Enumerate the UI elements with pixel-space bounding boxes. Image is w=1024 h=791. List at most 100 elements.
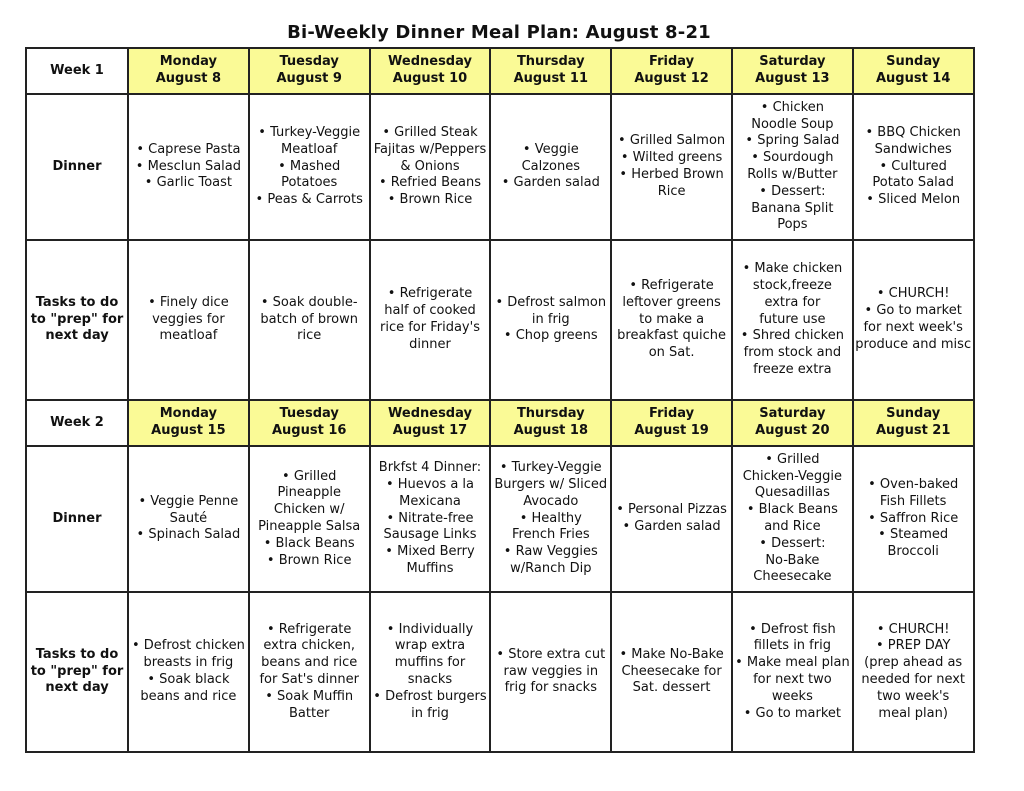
task-item-line: in frig xyxy=(531,311,570,327)
day-date: August 10 xyxy=(392,71,468,86)
task-item-line: • Chop greens xyxy=(503,328,598,344)
dinner-row: Dinner • Veggie Penne Sauté • Spinach Salad… xyxy=(25,445,975,593)
dinner-item-line: Sausage Links xyxy=(383,527,477,543)
day-header: Thursday August 18 xyxy=(489,399,613,447)
task-item-line: • Defrost burgers xyxy=(373,688,487,704)
task-item-line: from stock and xyxy=(743,345,842,361)
task-item-line: snacks xyxy=(407,672,453,687)
day-date: August 8 xyxy=(155,71,222,86)
task-item-line: Sat. dessert xyxy=(632,680,711,696)
dinner-item-line: Pineapple Salsa xyxy=(258,519,361,534)
dinner-item-line: • Mesclun Salad xyxy=(135,158,241,174)
dinner-item-line: Sauté xyxy=(169,510,208,526)
task-item-line: meatloaf xyxy=(159,328,218,344)
task-item-line: • Go to market xyxy=(743,705,842,721)
dinner-item-line: • Garlic Toast xyxy=(144,175,232,191)
dinner-item-line: • Peas & Carrots xyxy=(255,192,363,208)
dinner-item-line: Fajitas w/Peppers xyxy=(373,141,487,157)
task-cell: • Soak double-batch of brown rice xyxy=(247,239,371,401)
dinner-item-line: Quesadillas xyxy=(754,485,830,501)
dinner-item-line: Meatloaf xyxy=(281,141,338,157)
dinner-item-line: • Cultured xyxy=(879,158,947,174)
tasks-label: Tasks to do to "prep" for next day xyxy=(25,239,129,401)
task-item-line: half of cooked xyxy=(384,303,476,319)
task-item-line: • Individually xyxy=(386,621,474,637)
dinner-item-line: Potatoes xyxy=(281,175,338,191)
dinner-cell: • Chicken Noodle Soup • Spring Salad • Sour… xyxy=(730,93,854,241)
dinner-item-line: Cheesecake xyxy=(753,569,832,585)
task-item-line: breakfast quiche xyxy=(617,328,726,344)
task-item-line: dinner xyxy=(409,336,451,352)
day-name: Sunday xyxy=(886,54,941,70)
dinner-cell: • Grilled Chicken-Veggie Quesadillas • Blac… xyxy=(730,445,854,593)
day-header: Sunday August 14 xyxy=(851,47,975,95)
dinner-item-line: French Fries xyxy=(511,527,590,543)
tasks-label-line: to "prep" for xyxy=(30,663,124,679)
dinner-cell: • BBQ Chicken Sandwiches • Cultured Potato … xyxy=(851,93,975,241)
task-item-line: for Sat's dinner xyxy=(259,672,359,687)
day-date: August 17 xyxy=(392,423,468,438)
dinner-item-line: • Steamed xyxy=(878,527,949,543)
task-item-line: • Shred chicken xyxy=(740,328,844,344)
dinner-item-line: • Oven-baked xyxy=(868,477,959,492)
day-header: Wednesday August 17 xyxy=(368,399,492,447)
dinner-item-line: • Veggie Penne xyxy=(138,493,239,509)
tasks-label-line: next day xyxy=(45,680,109,696)
day-name: Sunday xyxy=(886,406,941,422)
dinner-item-line: • Personal Pizzas xyxy=(616,502,727,518)
dinner-item-line: • Turkey-Veggie xyxy=(258,125,361,140)
dinner-cell: • Veggie Penne Sauté • Spinach Salad xyxy=(127,445,250,593)
week-label: Week 1 xyxy=(25,47,129,95)
day-name: Thursday xyxy=(516,54,585,70)
tasks-row: Tasks to do to "prep" for next day • Defros… xyxy=(25,591,975,753)
dinner-cell: • Grilled Salmon • Wilted greens • Herbed … xyxy=(610,93,733,241)
dinner-label: Dinner xyxy=(25,445,129,593)
tasks-label-line: next day xyxy=(45,328,109,344)
task-item-line: • Go to market xyxy=(864,303,962,319)
task-item-line: muffins for xyxy=(394,655,466,671)
dinner-cell: • Grilled Pineapple Chicken w/Pineapple Sa… xyxy=(247,445,371,593)
day-header: Saturday August 13 xyxy=(730,47,854,95)
day-header: Saturday August 20 xyxy=(730,399,854,447)
task-cell: • Refrigerate half of cooked rice for Frid… xyxy=(368,239,492,401)
day-date: August 13 xyxy=(755,71,830,86)
dinner-item-line: • Grilled Salmon xyxy=(618,133,726,149)
dinner-cell: Brkfst 4 Dinner: • Huevos a la Mexicana • N… xyxy=(368,445,492,593)
task-item-line: • Refrigerate xyxy=(629,278,714,293)
task-item-line: in frig xyxy=(411,705,449,721)
dinner-cell: • Veggie Calzones • Garden salad xyxy=(489,93,613,241)
dinner-item-line: • Black Beans xyxy=(746,502,838,518)
task-item-line: for next two xyxy=(753,672,832,687)
task-item-line: • Refrigerate xyxy=(266,621,352,637)
task-item-line: • Soak black xyxy=(147,672,230,687)
task-item-line: rice for Friday's xyxy=(379,320,480,335)
dinner-item-line: • Dessert: xyxy=(759,535,826,551)
dinner-item-line: • Grilled Steak xyxy=(382,125,478,140)
task-item-line: meal plan) xyxy=(878,705,948,721)
task-item-line: • Defrost chicken xyxy=(131,638,245,654)
day-date: August 18 xyxy=(513,423,589,438)
day-date: August 9 xyxy=(276,71,342,86)
task-cell: • Refrigerate leftover greens to make a bre… xyxy=(610,239,733,401)
dinner-item-line: and Rice xyxy=(764,519,821,534)
dinner-item-line: Chicken-Veggie xyxy=(742,468,843,484)
task-item-line: • CHURCH! xyxy=(876,621,950,637)
task-item-line: rice xyxy=(297,328,322,344)
tasks-label-line: Tasks to do xyxy=(35,646,119,662)
dinner-cell: • Personal Pizzas • Garden salad xyxy=(610,445,733,593)
task-item-line: • PREP DAY xyxy=(875,638,951,654)
task-item-line: • Soak Muffin xyxy=(265,688,354,704)
task-item-line: • Store extra cut xyxy=(496,646,606,662)
task-cell: • Defrost chicken breasts in frig • Soak b… xyxy=(127,591,250,753)
task-item-line: wrap extra xyxy=(394,638,466,654)
dinner-item-line: • Mixed Berry xyxy=(385,544,475,560)
task-item-line: future use xyxy=(759,311,826,327)
dinner-item-line: • Turkey-Veggie xyxy=(499,460,602,476)
task-item-line: freeze extra xyxy=(753,361,832,377)
task-item-line: (prep ahead as xyxy=(864,655,963,671)
day-header: Friday August 12 xyxy=(610,47,733,95)
task-cell: • CHURCH! • Go to market for next week's pr… xyxy=(851,239,975,401)
day-name: Saturday xyxy=(759,406,826,422)
tasks-row: Tasks to do to "prep" for next day • Finely… xyxy=(25,239,975,401)
dinner-item-line: • Spinach Salad xyxy=(136,527,241,543)
